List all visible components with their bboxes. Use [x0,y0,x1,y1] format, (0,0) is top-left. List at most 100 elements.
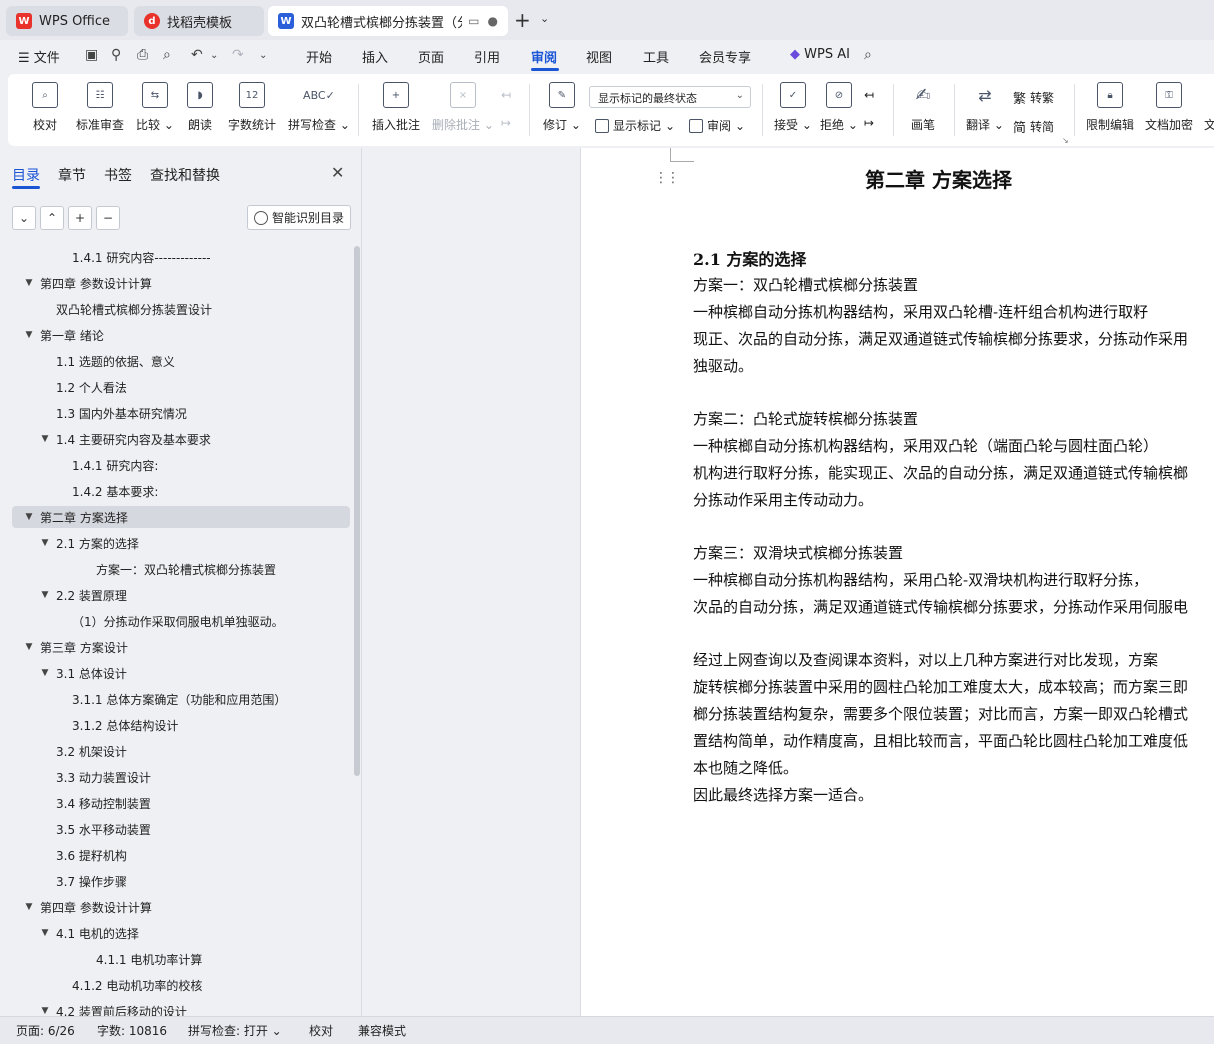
toc-item[interactable]: 3.2 机架设计 [0,740,127,762]
menu-page[interactable]: 页面 [418,47,444,66]
standard-review-button[interactable]: ☷ 标准审查 [76,82,124,133]
toc-item[interactable]: 1.4.1 研究内容: [0,454,158,476]
tab-docer-templates[interactable]: d 找稻壳模板 [134,6,264,36]
redo-icon[interactable]: ↷ [232,47,244,63]
menu-references[interactable]: 引用 [474,47,500,66]
toc-item[interactable]: 1.4.2 基本要求: [0,480,158,502]
toc-item[interactable]: 3.7 操作步骤 [0,870,127,892]
expand-arrow-icon[interactable]: ▼ [24,902,34,912]
toc-item[interactable]: 1.1 选题的依据、意义 [0,350,175,372]
menu-start[interactable]: 开始 [306,47,332,66]
prev-change-icon[interactable]: ↤ [864,88,874,102]
file-menu[interactable]: ☰ 文件 [18,47,60,66]
show-markup-button[interactable]: 显示标记 ⌄ [595,117,675,134]
expand-corner-icon[interactable]: ↘ [1062,136,1069,145]
expand-arrow-icon[interactable]: ▼ [24,278,34,288]
toc-item[interactable]: 3.3 动力装置设计 [0,766,151,788]
spell-check-status[interactable]: 拼写检查: 打开 ⌄ [188,1022,282,1039]
tab-chapters[interactable]: 章节 [58,165,86,185]
markup-state-select[interactable]: 显示标记的最终状态 ⌄ [589,86,751,108]
toc-item[interactable]: 4.1.1 电机功率计算 [0,948,202,970]
review-pane-button[interactable]: 审阅 ⌄ [689,117,745,134]
expand-arrow-icon[interactable]: ▼ [40,928,50,938]
add-heading-button[interactable]: + [68,206,92,230]
compare-button[interactable]: ⇆ 比较 ⌄ [136,82,174,133]
accept-button[interactable]: ✓ 接受 ⌄ [774,82,812,133]
next-comment-icon[interactable]: ↦ [501,116,511,130]
menu-tools[interactable]: 工具 [643,47,669,66]
collapse-up-button[interactable]: ⌃ [40,206,64,230]
document-page[interactable]: ⋮⋮ 第二章 方案选择 2.1 方案的选择 方案一：双凸轮槽式槟榔分拣装置 一种… [580,148,1214,1016]
toc-item[interactable]: 4.1.2 电动机功率的校核 [0,974,202,996]
search-icon[interactable]: ⌕ [864,47,872,63]
print-preview-icon[interactable]: ⌕ [163,47,171,63]
tab-current-document[interactable]: W 双凸轮槽式槟榔分拣装置（分 ▭ ● [268,6,508,36]
undo-icon[interactable]: ↶ [191,47,203,63]
toc-item[interactable]: 3.5 水平移动装置 [0,818,151,840]
chevron-down-icon[interactable]: ⌄ [540,12,549,25]
to-traditional-button[interactable]: 繁 转繁 [1013,88,1054,107]
toc-item[interactable]: ▼ 4.2 装置前后移动的设计 [0,1000,187,1017]
toc-item[interactable]: ▼ 4.1 电机的选择 [0,922,139,944]
expand-arrow-icon[interactable]: ▼ [40,1006,50,1016]
word-count-indicator[interactable]: 字数: 10816 [97,1022,167,1039]
toc-item[interactable]: ▼ 2.2 装置原理 [0,584,127,606]
toc-item[interactable]: 3.1.1 总体方案确定（功能和应用范围） [0,688,286,710]
spell-check-button[interactable]: ABC✓ 拼写检查 ⌄ [288,82,350,133]
monitor-icon[interactable]: ▭ [468,14,479,28]
expand-arrow-icon[interactable]: ▼ [40,590,50,600]
toc-item[interactable]: ▼ 1.4 主要研究内容及基本要求 [0,428,211,450]
track-changes-button[interactable]: ✎ 修订 ⌄ [543,82,581,133]
remove-heading-button[interactable]: − [96,206,120,230]
toc-item[interactable]: ▼ 第四章 参数设计计算 [0,896,152,918]
delete-comment-button[interactable]: × 删除批注 ⌄ [432,82,494,133]
pen-button[interactable]: ✍ 画笔 [910,82,936,133]
toc-item[interactable]: 方案一：双凸轮槽式槟榔分拣装置 [0,558,276,580]
word-count-button[interactable]: 12 字数统计 [228,82,276,133]
toc-item[interactable]: 1.4.1 研究内容------------- [0,246,211,268]
more-ribbon-item[interactable]: 文 [1204,116,1214,133]
wps-ai-button[interactable]: ◆ WPS AI [790,47,850,62]
unsaved-dot-icon[interactable]: ● [488,14,498,28]
proofread-button[interactable]: ⌕ 校对 [32,82,58,133]
close-icon[interactable]: ✕ [331,163,344,182]
toc-item[interactable]: ▼ 2.1 方案的选择 [0,532,139,554]
menu-member[interactable]: 会员专享 [699,47,751,66]
print-icon[interactable]: ⎙ [137,47,148,63]
expand-arrow-icon[interactable]: ▼ [24,642,34,652]
page-indicator[interactable]: 页面: 6/26 [16,1022,75,1039]
translate-button[interactable]: ⇄ 翻译 ⌄ [966,82,1004,133]
toc-item[interactable]: 1.3 国内外基本研究情况 [0,402,187,424]
menu-view[interactable]: 视图 [586,47,612,66]
smart-toc-button[interactable]: 智能识别目录 [247,205,351,230]
menu-review[interactable]: 审阅 [531,47,557,66]
toc-item[interactable]: （1）分拣动作采取伺服电机单独驱动。 [0,610,284,632]
toc-item-selected[interactable]: ▼ 第二章 方案选择 [12,506,350,528]
tab-bookmarks[interactable]: 书签 [104,165,132,185]
toc-item[interactable]: ▼ 第一章 绪论 [0,324,104,346]
toc-item[interactable]: 1.2 个人看法 [0,376,127,398]
new-tab-plus-icon[interactable]: + [514,10,531,30]
toc-scrollbar[interactable] [354,246,360,776]
tab-toc[interactable]: 目录 [12,165,40,185]
drag-handle-icon[interactable]: ⋮⋮ [654,170,680,186]
toc-item[interactable]: 双凸轮槽式槟榔分拣装置设计 [0,298,212,320]
next-change-icon[interactable]: ↦ [864,116,874,130]
to-simplified-button[interactable]: 简 转简 [1013,117,1054,136]
share-icon[interactable]: ⚲ [111,47,121,63]
proof-status[interactable]: 校对 [309,1022,333,1039]
prev-comment-icon[interactable]: ↤ [501,88,511,102]
toc-item[interactable]: ▼ 第三章 方案设计 [0,636,128,658]
expand-arrow-icon[interactable]: ▼ [40,538,50,548]
restrict-edit-button[interactable]: 🔒︎ 限制编辑 [1086,82,1134,133]
menu-insert[interactable]: 插入 [362,47,388,66]
expand-arrow-icon[interactable]: ▼ [40,668,50,678]
toc-item[interactable]: ▼ 第四章 参数设计计算 [0,272,152,294]
read-aloud-button[interactable]: ◗ 朗读 [187,82,213,133]
undo-dropdown-icon[interactable]: ⌄ [210,50,218,61]
save-icon[interactable]: ▣ [85,47,98,63]
expand-arrow-icon[interactable]: ▼ [24,330,34,340]
collapse-down-button[interactable]: ⌄ [12,206,36,230]
expand-arrow-icon[interactable]: ▼ [24,512,34,522]
toc-item[interactable]: 3.1.2 总体结构设计 [0,714,178,736]
